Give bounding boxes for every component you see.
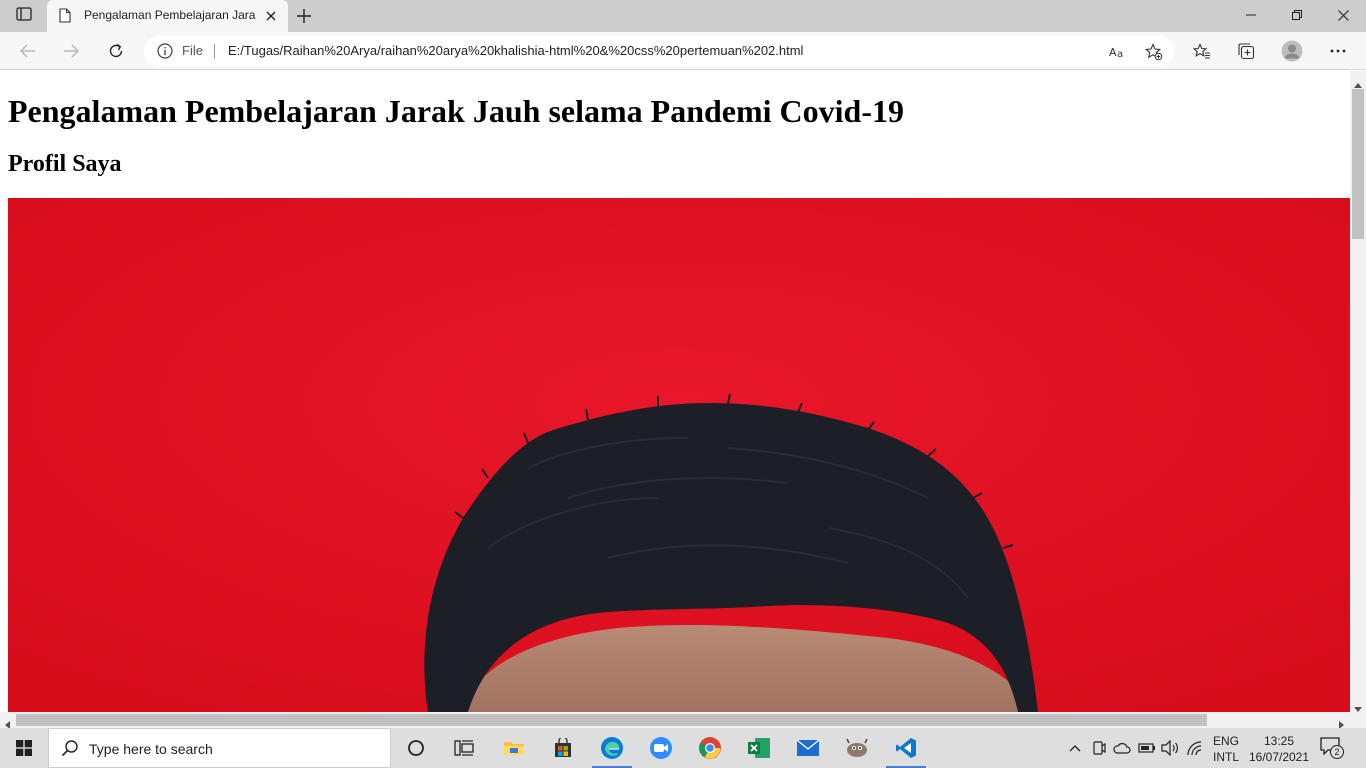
volume-icon[interactable] bbox=[1160, 738, 1180, 758]
chrome-icon bbox=[699, 737, 721, 759]
horizontal-scrollbar[interactable] bbox=[0, 712, 1350, 729]
tab-actions-button[interactable] bbox=[8, 4, 40, 28]
chevron-up-icon[interactable] bbox=[1065, 738, 1085, 758]
page-viewport: Pengalaman Pembelajaran Jarak Jauh selam… bbox=[0, 71, 1350, 712]
screen: Pengalaman Pembelajaran Jarak Jauh selam… bbox=[0, 0, 1366, 768]
tab-actions-icon bbox=[16, 6, 32, 26]
tab-title: Pengalaman Pembelajaran Jarak Jauh selam… bbox=[84, 8, 256, 22]
refresh-icon bbox=[109, 43, 123, 58]
restore-button[interactable] bbox=[1274, 0, 1320, 30]
clock-date: 16/07/2021 bbox=[1248, 750, 1310, 764]
arrow-left-icon bbox=[20, 44, 35, 58]
refresh-button[interactable] bbox=[102, 37, 130, 65]
zoom-button[interactable] bbox=[637, 728, 685, 768]
gimp-icon bbox=[846, 738, 868, 757]
battery-icon[interactable] bbox=[1137, 738, 1157, 758]
circle-icon bbox=[408, 740, 424, 756]
page-subheading: Profil Saya bbox=[8, 151, 122, 177]
task-view-button[interactable] bbox=[392, 728, 440, 768]
collections-icon[interactable] bbox=[1233, 38, 1259, 64]
onedrive-icon[interactable] bbox=[1112, 738, 1132, 758]
svg-text:a: a bbox=[1117, 49, 1123, 59]
browser-toolbar: File E:/Tugas/Raihan%20Arya/raihan%20ary… bbox=[0, 32, 1366, 70]
address-bar[interactable]: File E:/Tugas/Raihan%20Arya/raihan%20ary… bbox=[144, 36, 1174, 66]
widgets-button[interactable] bbox=[440, 728, 488, 768]
language-indicator[interactable]: ENG INTL bbox=[1213, 733, 1239, 765]
search-placeholder: Type here to search bbox=[89, 741, 213, 757]
arrow-right-icon bbox=[64, 44, 79, 58]
zoom-icon bbox=[650, 737, 672, 759]
microsoft-store-button[interactable] bbox=[539, 728, 587, 768]
chrome-button[interactable] bbox=[686, 728, 734, 768]
keyboard-layout: INTL bbox=[1213, 750, 1240, 764]
tab-close-button[interactable] bbox=[262, 7, 280, 25]
taskbar: Type here to search ENG INTL 13:25 16/07… bbox=[0, 728, 1366, 768]
folder-icon bbox=[504, 742, 524, 755]
close-icon bbox=[266, 11, 276, 21]
restore-icon bbox=[1292, 10, 1302, 20]
new-tab-button[interactable] bbox=[292, 5, 316, 27]
gimp-button[interactable] bbox=[833, 728, 881, 768]
profile-photo-image bbox=[8, 198, 1350, 712]
minimize-button[interactable] bbox=[1228, 0, 1274, 30]
close-icon bbox=[1337, 9, 1349, 21]
widgets-icon bbox=[454, 740, 474, 756]
page-icon bbox=[59, 8, 71, 28]
clock-time: 13:25 bbox=[1263, 734, 1295, 748]
windows-logo-icon bbox=[16, 740, 32, 756]
read-aloud-icon[interactable]: Aa bbox=[1108, 42, 1128, 62]
excel-button[interactable] bbox=[735, 728, 783, 768]
search-icon bbox=[61, 739, 79, 762]
file-explorer-button[interactable] bbox=[490, 728, 538, 768]
vertical-scrollbar[interactable] bbox=[1350, 71, 1366, 712]
tab-strip: Pengalaman Pembelajaran Jarak Jauh selam… bbox=[0, 0, 1366, 32]
notification-center-button[interactable]: 2 bbox=[1320, 737, 1350, 761]
svg-text:A: A bbox=[1109, 46, 1117, 59]
address-scheme-label: File bbox=[182, 43, 203, 58]
back-button[interactable] bbox=[14, 37, 42, 65]
close-window-button[interactable] bbox=[1320, 0, 1366, 30]
edge-icon bbox=[601, 737, 623, 759]
vertical-scroll-thumb[interactable] bbox=[1352, 89, 1364, 239]
scrollbar-corner bbox=[1350, 712, 1366, 728]
mail-button[interactable] bbox=[784, 728, 832, 768]
vscode-icon bbox=[896, 738, 916, 758]
language-code: ENG bbox=[1213, 734, 1240, 748]
minimize-icon bbox=[1246, 14, 1256, 16]
browser-tab-active[interactable]: Pengalaman Pembelajaran Jarak Jauh selam… bbox=[47, 0, 288, 32]
plus-icon bbox=[297, 9, 311, 23]
more-menu-icon[interactable] bbox=[1325, 38, 1351, 64]
clock[interactable]: 13:25 16/07/2021 bbox=[1248, 733, 1310, 765]
taskbar-search[interactable]: Type here to search bbox=[48, 728, 391, 768]
start-button[interactable] bbox=[0, 728, 48, 768]
store-icon bbox=[555, 738, 571, 757]
network-icon[interactable] bbox=[1185, 738, 1205, 758]
address-url[interactable]: E:/Tugas/Raihan%20Arya/raihan%20arya%20k… bbox=[228, 43, 803, 58]
horizontal-scroll-thumb[interactable] bbox=[16, 714, 1207, 726]
excel-icon bbox=[748, 738, 770, 758]
vscode-button[interactable] bbox=[882, 728, 930, 768]
favorites-icon[interactable] bbox=[1189, 38, 1215, 64]
info-icon[interactable] bbox=[157, 43, 173, 64]
address-separator bbox=[214, 44, 215, 59]
profile-photo bbox=[8, 198, 1350, 712]
edge-button[interactable] bbox=[588, 728, 636, 768]
mail-icon bbox=[796, 739, 820, 756]
forward-button[interactable] bbox=[57, 37, 85, 65]
page-heading: Pengalaman Pembelajaran Jarak Jauh selam… bbox=[8, 93, 904, 129]
notification-count-badge: 2 bbox=[1330, 745, 1344, 759]
add-favorite-icon[interactable] bbox=[1144, 42, 1164, 62]
meet-now-icon[interactable] bbox=[1089, 738, 1109, 758]
profile-avatar[interactable] bbox=[1279, 38, 1305, 64]
